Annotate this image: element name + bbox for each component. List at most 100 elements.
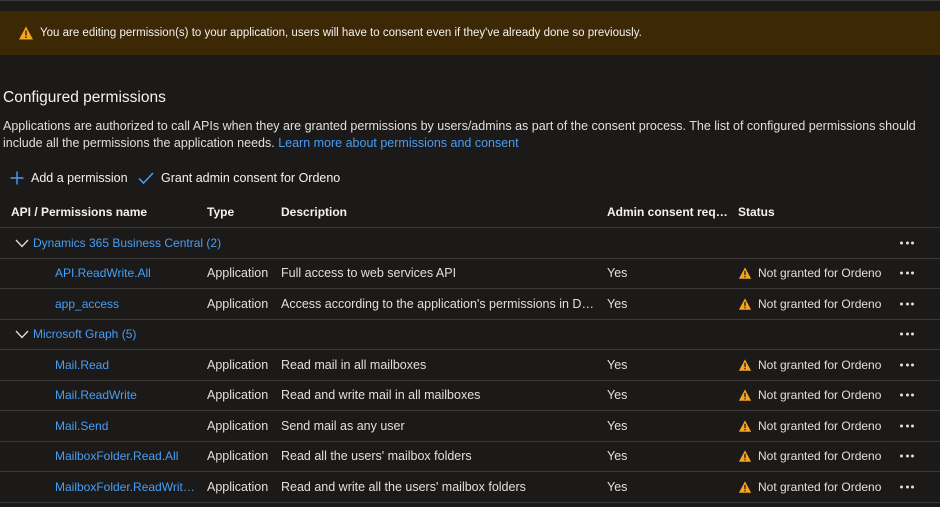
dot	[911, 241, 914, 245]
dot	[911, 485, 914, 489]
dot	[900, 302, 903, 306]
group-label: Dynamics 365 Business Central (2)	[33, 235, 222, 250]
learn-more-link[interactable]: Learn more about permissions and consent	[278, 136, 518, 150]
grant-admin-consent-button[interactable]: Grant admin consent for Ordeno	[138, 171, 340, 185]
table-row: Mail.Read Application Read mail in all mai…	[0, 350, 940, 381]
more-icon[interactable]	[898, 268, 916, 279]
more-icon[interactable]	[898, 298, 916, 309]
status-text: Not granted for Ordeno	[758, 357, 882, 372]
column-header-name[interactable]: API / Permissions name	[11, 205, 147, 219]
more-icon[interactable]	[898, 451, 916, 462]
dot	[900, 393, 903, 397]
top-divider	[0, 0, 940, 1]
admin-consent-required: Yes	[607, 418, 628, 433]
permission-name-link[interactable]: MailboxFolder.Read.All	[55, 449, 200, 463]
warning-icon	[738, 298, 752, 310]
add-permission-label: Add a permission	[31, 171, 128, 185]
more-icon[interactable]	[898, 359, 916, 370]
dot	[905, 271, 909, 275]
warning-banner: You are editing permission(s) to your ap…	[0, 11, 940, 55]
table-row: Mail.ReadWrite Application Read and write …	[0, 381, 940, 411]
status-text: Not granted for Ordeno	[758, 388, 882, 403]
status-cell: Not granted for Ordeno	[738, 388, 881, 402]
group-row: Microsoft Graph (5)	[0, 320, 940, 350]
more-icon[interactable]	[898, 390, 916, 401]
grant-admin-consent-label: Grant admin consent for Ordeno	[161, 171, 341, 185]
dot	[911, 332, 914, 336]
group-toggle[interactable]: Dynamics 365 Business Central (2)	[15, 236, 221, 250]
status-cell: Not granted for Ordeno	[738, 419, 881, 433]
column-header-type[interactable]: Type	[207, 205, 234, 219]
permission-type: Application	[207, 266, 269, 281]
warning-icon	[738, 420, 752, 432]
dot	[905, 332, 909, 336]
permission-name-link[interactable]: Mail.Read	[55, 358, 200, 372]
group-label: Microsoft Graph (5)	[33, 327, 137, 342]
permission-name-link[interactable]: Mail.Send	[55, 419, 200, 433]
column-header-description[interactable]: Description	[281, 205, 599, 219]
permission-description: Read and write mail in all mailboxes	[281, 388, 481, 403]
permission-type: Application	[207, 388, 269, 403]
more-icon[interactable]	[898, 237, 916, 248]
dot	[911, 302, 914, 306]
status-text: Not granted for Ordeno	[758, 266, 882, 281]
checkmark-icon	[138, 172, 154, 185]
permission-description: Full access to web services API	[281, 266, 457, 281]
status-text: Not granted for Ordeno	[758, 479, 882, 494]
column-header-status[interactable]: Status	[738, 205, 775, 219]
section-title: Configured permissions	[3, 89, 166, 106]
admin-consent-required: Yes	[607, 449, 628, 464]
permission-name-link[interactable]: Mail.ReadWrite	[55, 388, 200, 402]
dot	[905, 485, 909, 489]
permission-type: Application	[207, 418, 269, 433]
add-permission-button[interactable]: Add a permission	[10, 171, 128, 185]
dot	[905, 454, 909, 458]
dot	[911, 271, 914, 275]
dot	[900, 332, 903, 336]
group-row: Dynamics 365 Business Central (2)	[0, 228, 940, 259]
dot	[900, 271, 903, 275]
permission-description: Read mail in all mailboxes	[281, 357, 427, 372]
permission-description: Access according to the application's pe…	[281, 296, 599, 311]
warning-icon	[738, 481, 752, 493]
section-description: Applications are authorized to call APIs…	[3, 118, 935, 152]
column-header-admin-consent[interactable]: Admin consent requ...	[607, 205, 729, 219]
more-icon[interactable]	[898, 420, 916, 431]
dot	[905, 302, 909, 306]
permission-name-link[interactable]: MailboxFolder.ReadWrite.All	[55, 480, 200, 494]
permission-name-link[interactable]: app_access	[55, 297, 200, 311]
admin-consent-required: Yes	[607, 357, 628, 372]
dot	[905, 363, 909, 367]
permission-type: Application	[207, 449, 269, 464]
permission-type: Application	[207, 357, 269, 372]
warning-icon	[19, 26, 33, 40]
dot	[905, 393, 909, 397]
warning-banner-text: You are editing permission(s) to your ap…	[40, 27, 642, 39]
dot	[905, 424, 909, 428]
dot	[900, 363, 903, 367]
more-icon[interactable]	[898, 481, 916, 492]
dot	[911, 454, 914, 458]
warning-icon	[738, 389, 752, 401]
dot	[905, 241, 909, 245]
more-icon[interactable]	[898, 329, 916, 340]
table-row: API.ReadWrite.All Application Full access …	[0, 259, 940, 289]
status-cell: Not granted for Ordeno	[738, 358, 881, 372]
permission-name-link[interactable]: API.ReadWrite.All	[55, 266, 200, 280]
status-cell: Not granted for Ordeno	[738, 480, 881, 494]
dot	[900, 454, 903, 458]
dot	[911, 424, 914, 428]
permission-type: Application	[207, 479, 269, 494]
dot	[900, 241, 903, 245]
table-row: app_access Application Access according to…	[0, 289, 940, 320]
chevron-down-icon	[15, 239, 29, 248]
group-toggle[interactable]: Microsoft Graph (5)	[15, 327, 136, 341]
status-text: Not granted for Ordeno	[758, 296, 882, 311]
table-body: Dynamics 365 Business Central (2) API.Rea…	[0, 228, 940, 503]
status-text: Not granted for Ordeno	[758, 449, 882, 464]
plus-icon	[10, 171, 24, 185]
status-cell: Not granted for Ordeno	[738, 266, 881, 280]
admin-consent-required: Yes	[607, 388, 628, 403]
dot	[911, 363, 914, 367]
permissions-table: API / Permissions name Type Description …	[0, 197, 940, 503]
